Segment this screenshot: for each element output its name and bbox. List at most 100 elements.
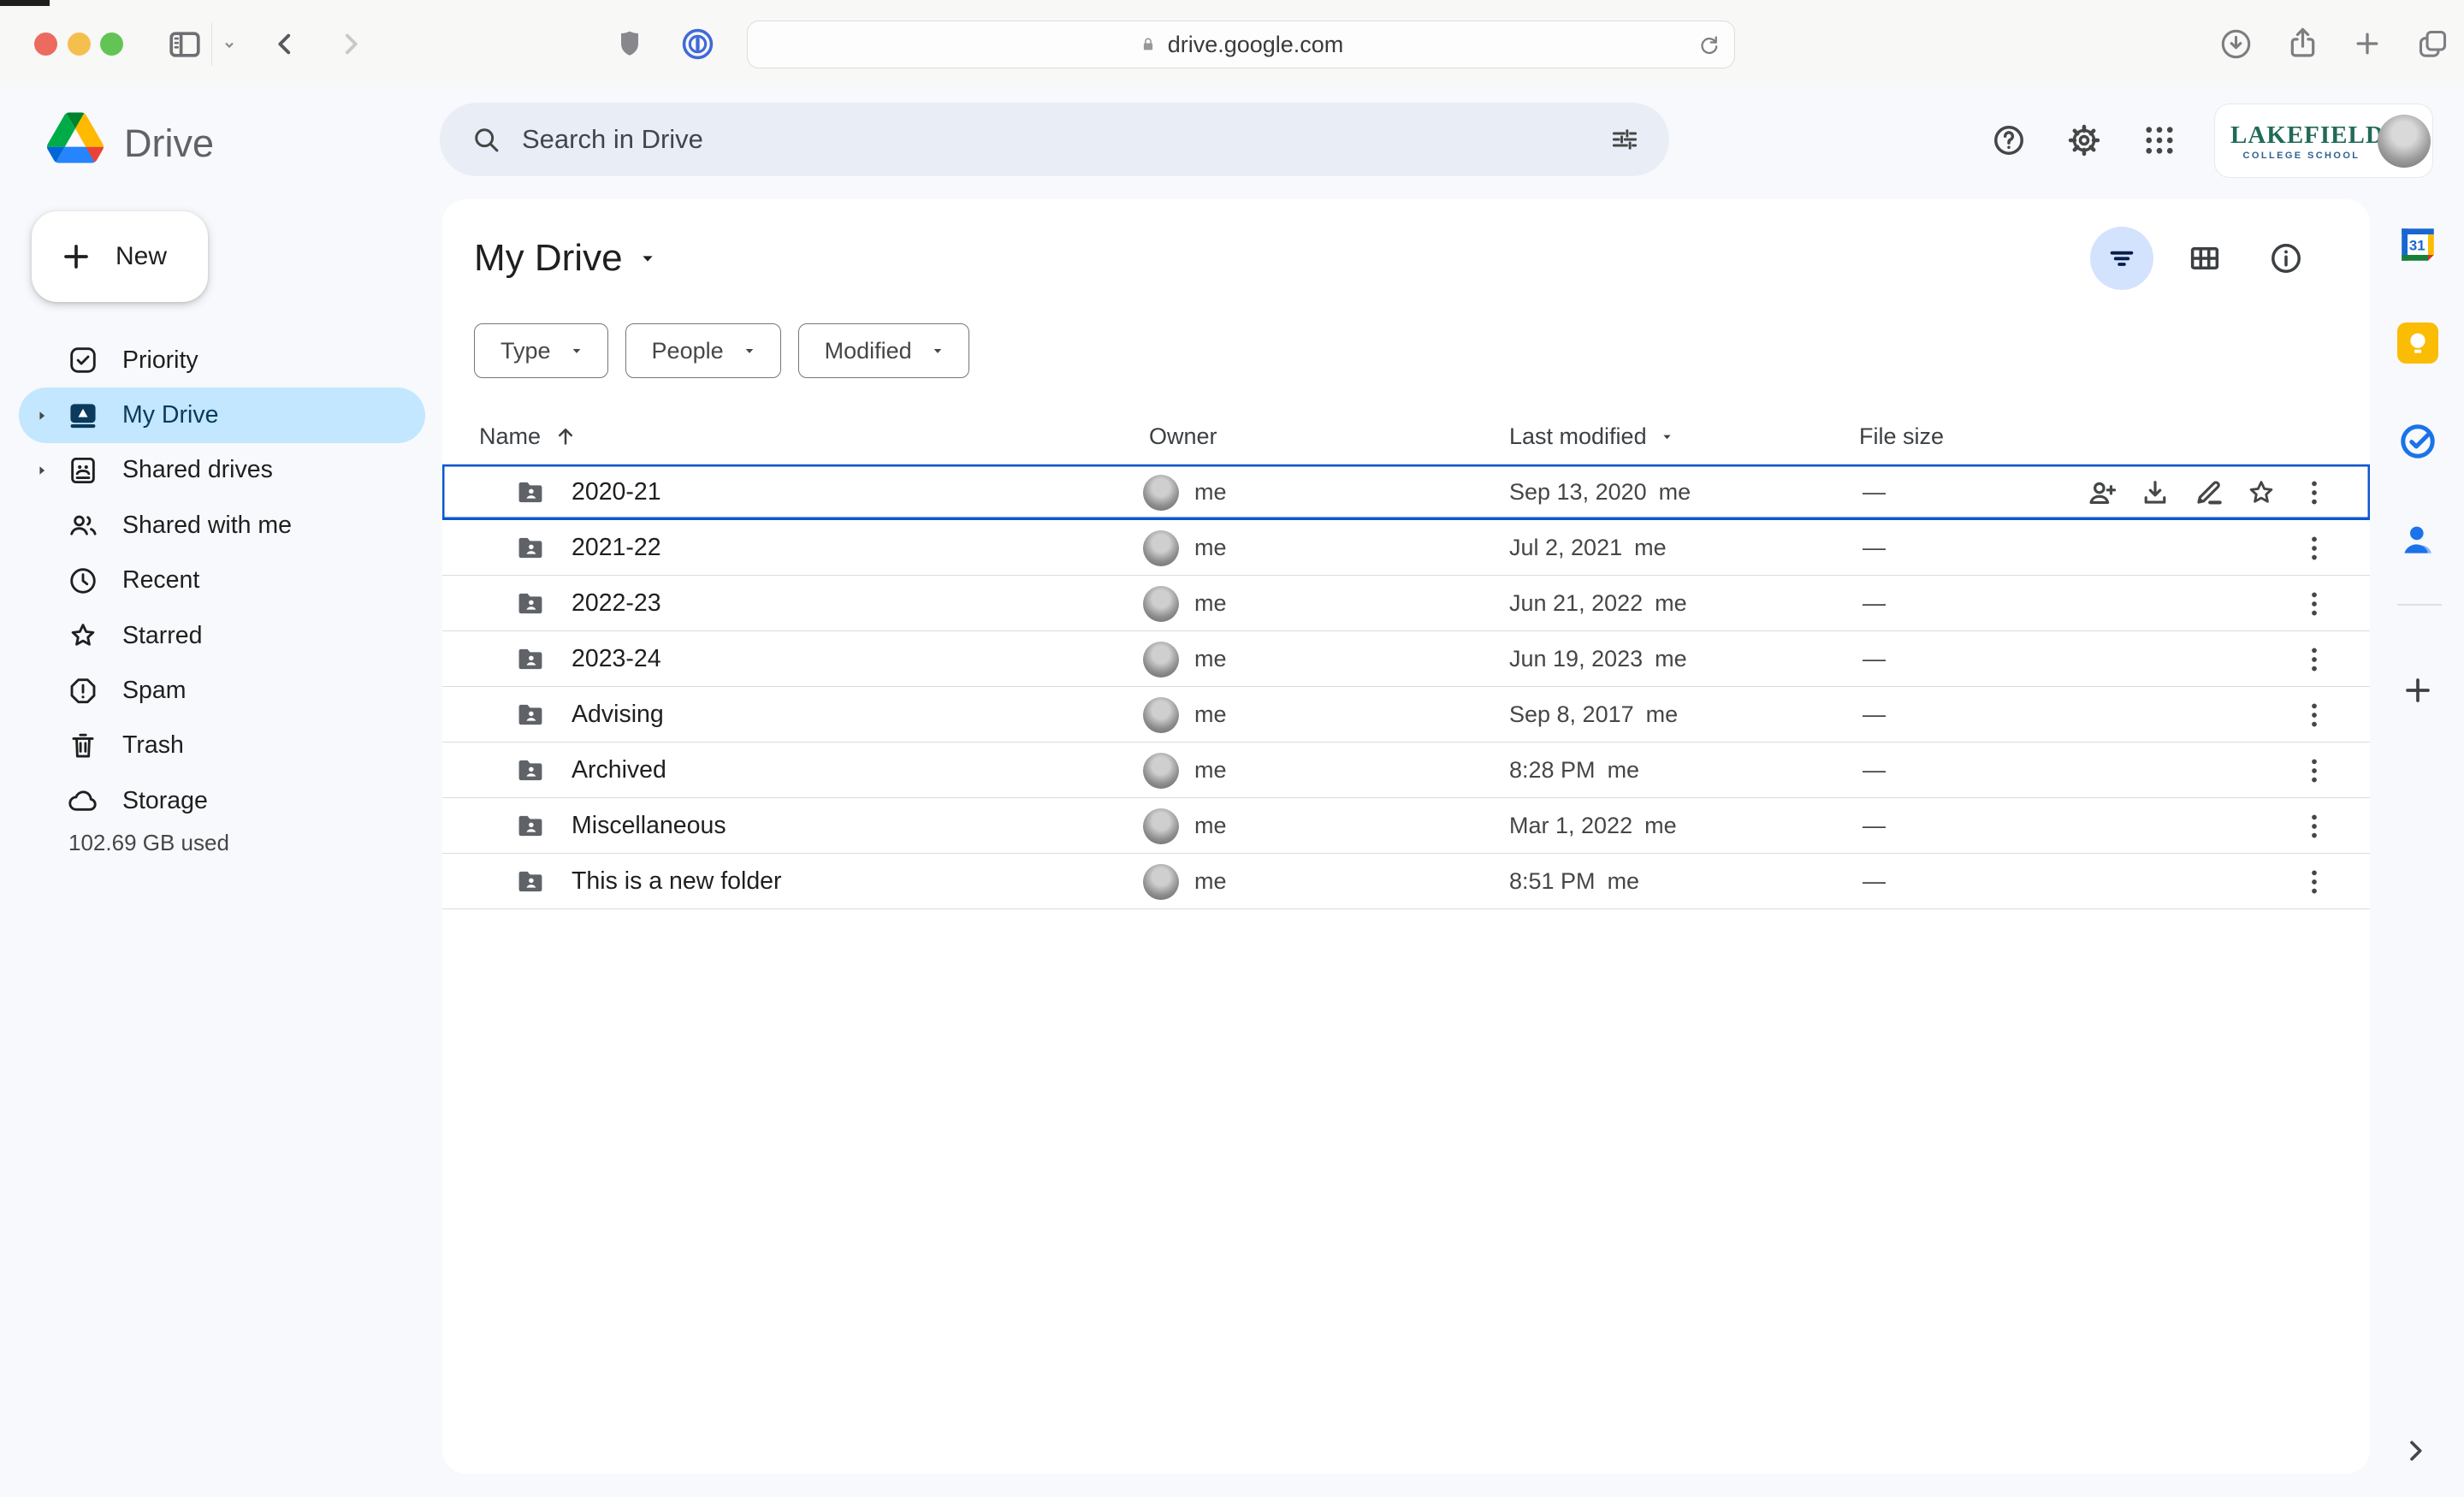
sidebar-item-starred[interactable]: Starred (19, 608, 425, 663)
column-header-file-size[interactable]: File size (1859, 408, 1944, 464)
reload-button[interactable] (1697, 33, 1722, 58)
caret-down-icon (741, 342, 758, 359)
filter-chip-people[interactable]: People (625, 323, 781, 378)
more-options-button[interactable] (2298, 643, 2331, 676)
search-input[interactable] (522, 124, 1609, 155)
details-button[interactable] (2268, 240, 2304, 276)
file-row-miscellaneous[interactable]: MiscellaneousmeMar 1, 2022me— (442, 798, 2370, 854)
sidebar-item-recent[interactable]: Recent (19, 553, 425, 608)
sidebar-toggle-icon[interactable] (166, 26, 204, 63)
contacts-icon (2397, 519, 2438, 560)
sidebar-item-shared-drives[interactable]: Shared drives (19, 443, 425, 498)
support-button[interactable] (1991, 122, 2027, 158)
side-panel-apps: 31 (2397, 224, 2438, 618)
column-header-owner[interactable]: Owner (1149, 408, 1217, 464)
file-row-2021-22[interactable]: 2021-22meJul 2, 2021me— (442, 520, 2370, 576)
star-button[interactable] (2245, 476, 2277, 509)
expand-arrow-icon[interactable] (33, 461, 51, 480)
page-title[interactable]: My Drive (474, 234, 659, 283)
folder-shared-icon (513, 533, 548, 563)
file-row-advising[interactable]: AdvisingmeSep 8, 2017me— (442, 687, 2370, 743)
download-button[interactable] (2139, 476, 2171, 509)
back-button[interactable] (270, 28, 301, 60)
rename-button[interactable] (2192, 476, 2224, 509)
sidebar-item-spam[interactable]: Spam (19, 663, 425, 718)
file-size: — (1863, 743, 1886, 798)
lock-icon (1139, 34, 1158, 55)
owner-avatar (1143, 697, 1179, 733)
chevron-down-icon[interactable] (220, 36, 239, 55)
file-row-this-is-a-new-folder[interactable]: This is a new folderme8:51 PMme— (442, 854, 2370, 909)
settings-button[interactable] (2066, 122, 2102, 158)
sidebar-item-priority[interactable]: Priority (19, 333, 425, 388)
tab-overview-button[interactable] (2415, 27, 2450, 62)
filter-chip-type[interactable]: Type (474, 323, 608, 378)
sidebar-item-shared-with-me[interactable]: Shared with me (19, 498, 425, 553)
address-bar[interactable]: drive.google.com (747, 21, 1735, 68)
caret-down-icon (568, 342, 585, 359)
sidebar-item-my-drive[interactable]: My Drive (19, 388, 425, 442)
advanced-search-icon[interactable] (1609, 124, 1640, 155)
forward-button[interactable] (335, 28, 366, 60)
drive-sidebar-nav: Priority My Drive Shared drives Shared with… (19, 333, 425, 829)
sidebar-item-label: Shared drives (122, 456, 273, 484)
sort-ascending-icon[interactable] (553, 423, 578, 449)
file-last-modified: Jul 2, 2021me (1509, 520, 1667, 576)
show-side-panel-button[interactable] (2401, 1436, 2430, 1465)
sidebar-item-label: Priority (122, 346, 198, 375)
column-header-last-modified[interactable]: Last modified (1509, 408, 1675, 464)
search-icon[interactable] (471, 124, 501, 155)
drive-logo-text: Drive (124, 88, 214, 199)
more-options-button[interactable] (2298, 532, 2331, 565)
more-options-button[interactable] (2298, 866, 2331, 898)
file-row-2023-24[interactable]: 2023-24meJun 19, 2023me— (442, 631, 2370, 687)
sidebar-item-label: Shared with me (122, 512, 292, 540)
sidebar-item-label: My Drive (122, 401, 218, 429)
expand-arrow-icon[interactable] (33, 406, 51, 425)
file-size: — (1863, 576, 1886, 631)
new-button[interactable]: New (32, 211, 208, 302)
drive-logo-icon[interactable] (47, 112, 104, 163)
onepassword-extension-icon[interactable] (679, 26, 716, 62)
downloads-button[interactable] (2218, 27, 2254, 62)
file-row-2022-23[interactable]: 2022-23meJun 21, 2022me— (442, 576, 2370, 631)
more-options-button[interactable] (2298, 476, 2331, 509)
file-row-2020-21[interactable]: 2020-21meSep 13, 2020me— (442, 464, 2370, 520)
file-name: 2023-24 (572, 631, 661, 687)
column-header-name[interactable]: Name (479, 408, 578, 464)
filter-chip-modified[interactable]: Modified (798, 323, 969, 378)
share-add-person-button[interactable] (2086, 476, 2118, 509)
sidebar-item-storage[interactable]: Storage (19, 773, 425, 828)
more-options-button[interactable] (2298, 588, 2331, 620)
profile-avatar[interactable] (2378, 115, 2431, 168)
file-owner: me (1143, 854, 1227, 909)
drive-search-bar[interactable] (440, 103, 1669, 176)
privacy-shield-icon[interactable] (613, 27, 646, 62)
keep-app-button[interactable] (2397, 322, 2438, 364)
file-owner: me (1143, 464, 1227, 520)
owner-avatar (1143, 642, 1179, 677)
expander-spacer (33, 682, 51, 701)
window-close-button[interactable] (34, 33, 57, 56)
window-minimize-button[interactable] (68, 33, 91, 56)
new-tab-button[interactable] (2352, 28, 2383, 59)
google-apps-button[interactable] (2141, 122, 2177, 158)
get-addons-button[interactable] (2401, 673, 2435, 707)
calendar-app-button[interactable]: 31 (2397, 224, 2438, 265)
grid-view-button[interactable] (2187, 240, 2223, 276)
expander-spacer (33, 351, 51, 370)
more-options-button[interactable] (2298, 699, 2331, 731)
share-button[interactable] (2284, 25, 2321, 62)
expander-spacer (33, 571, 51, 590)
file-last-modified: Mar 1, 2022me (1509, 798, 1677, 854)
browser-toolbar: drive.google.com (0, 0, 2464, 88)
more-options-button[interactable] (2298, 754, 2331, 787)
file-row-archived[interactable]: Archivedme8:28 PMme— (442, 743, 2370, 798)
contacts-app-button[interactable] (2397, 519, 2438, 560)
more-options-button[interactable] (2298, 810, 2331, 843)
list-view-toggle[interactable] (2090, 227, 2153, 290)
window-zoom-button[interactable] (100, 33, 123, 56)
account-chip[interactable]: LAKEFIELD COLLEGE SCHOOL (2214, 104, 2433, 178)
sidebar-item-trash[interactable]: Trash (19, 719, 425, 773)
tasks-app-button[interactable] (2397, 421, 2438, 462)
